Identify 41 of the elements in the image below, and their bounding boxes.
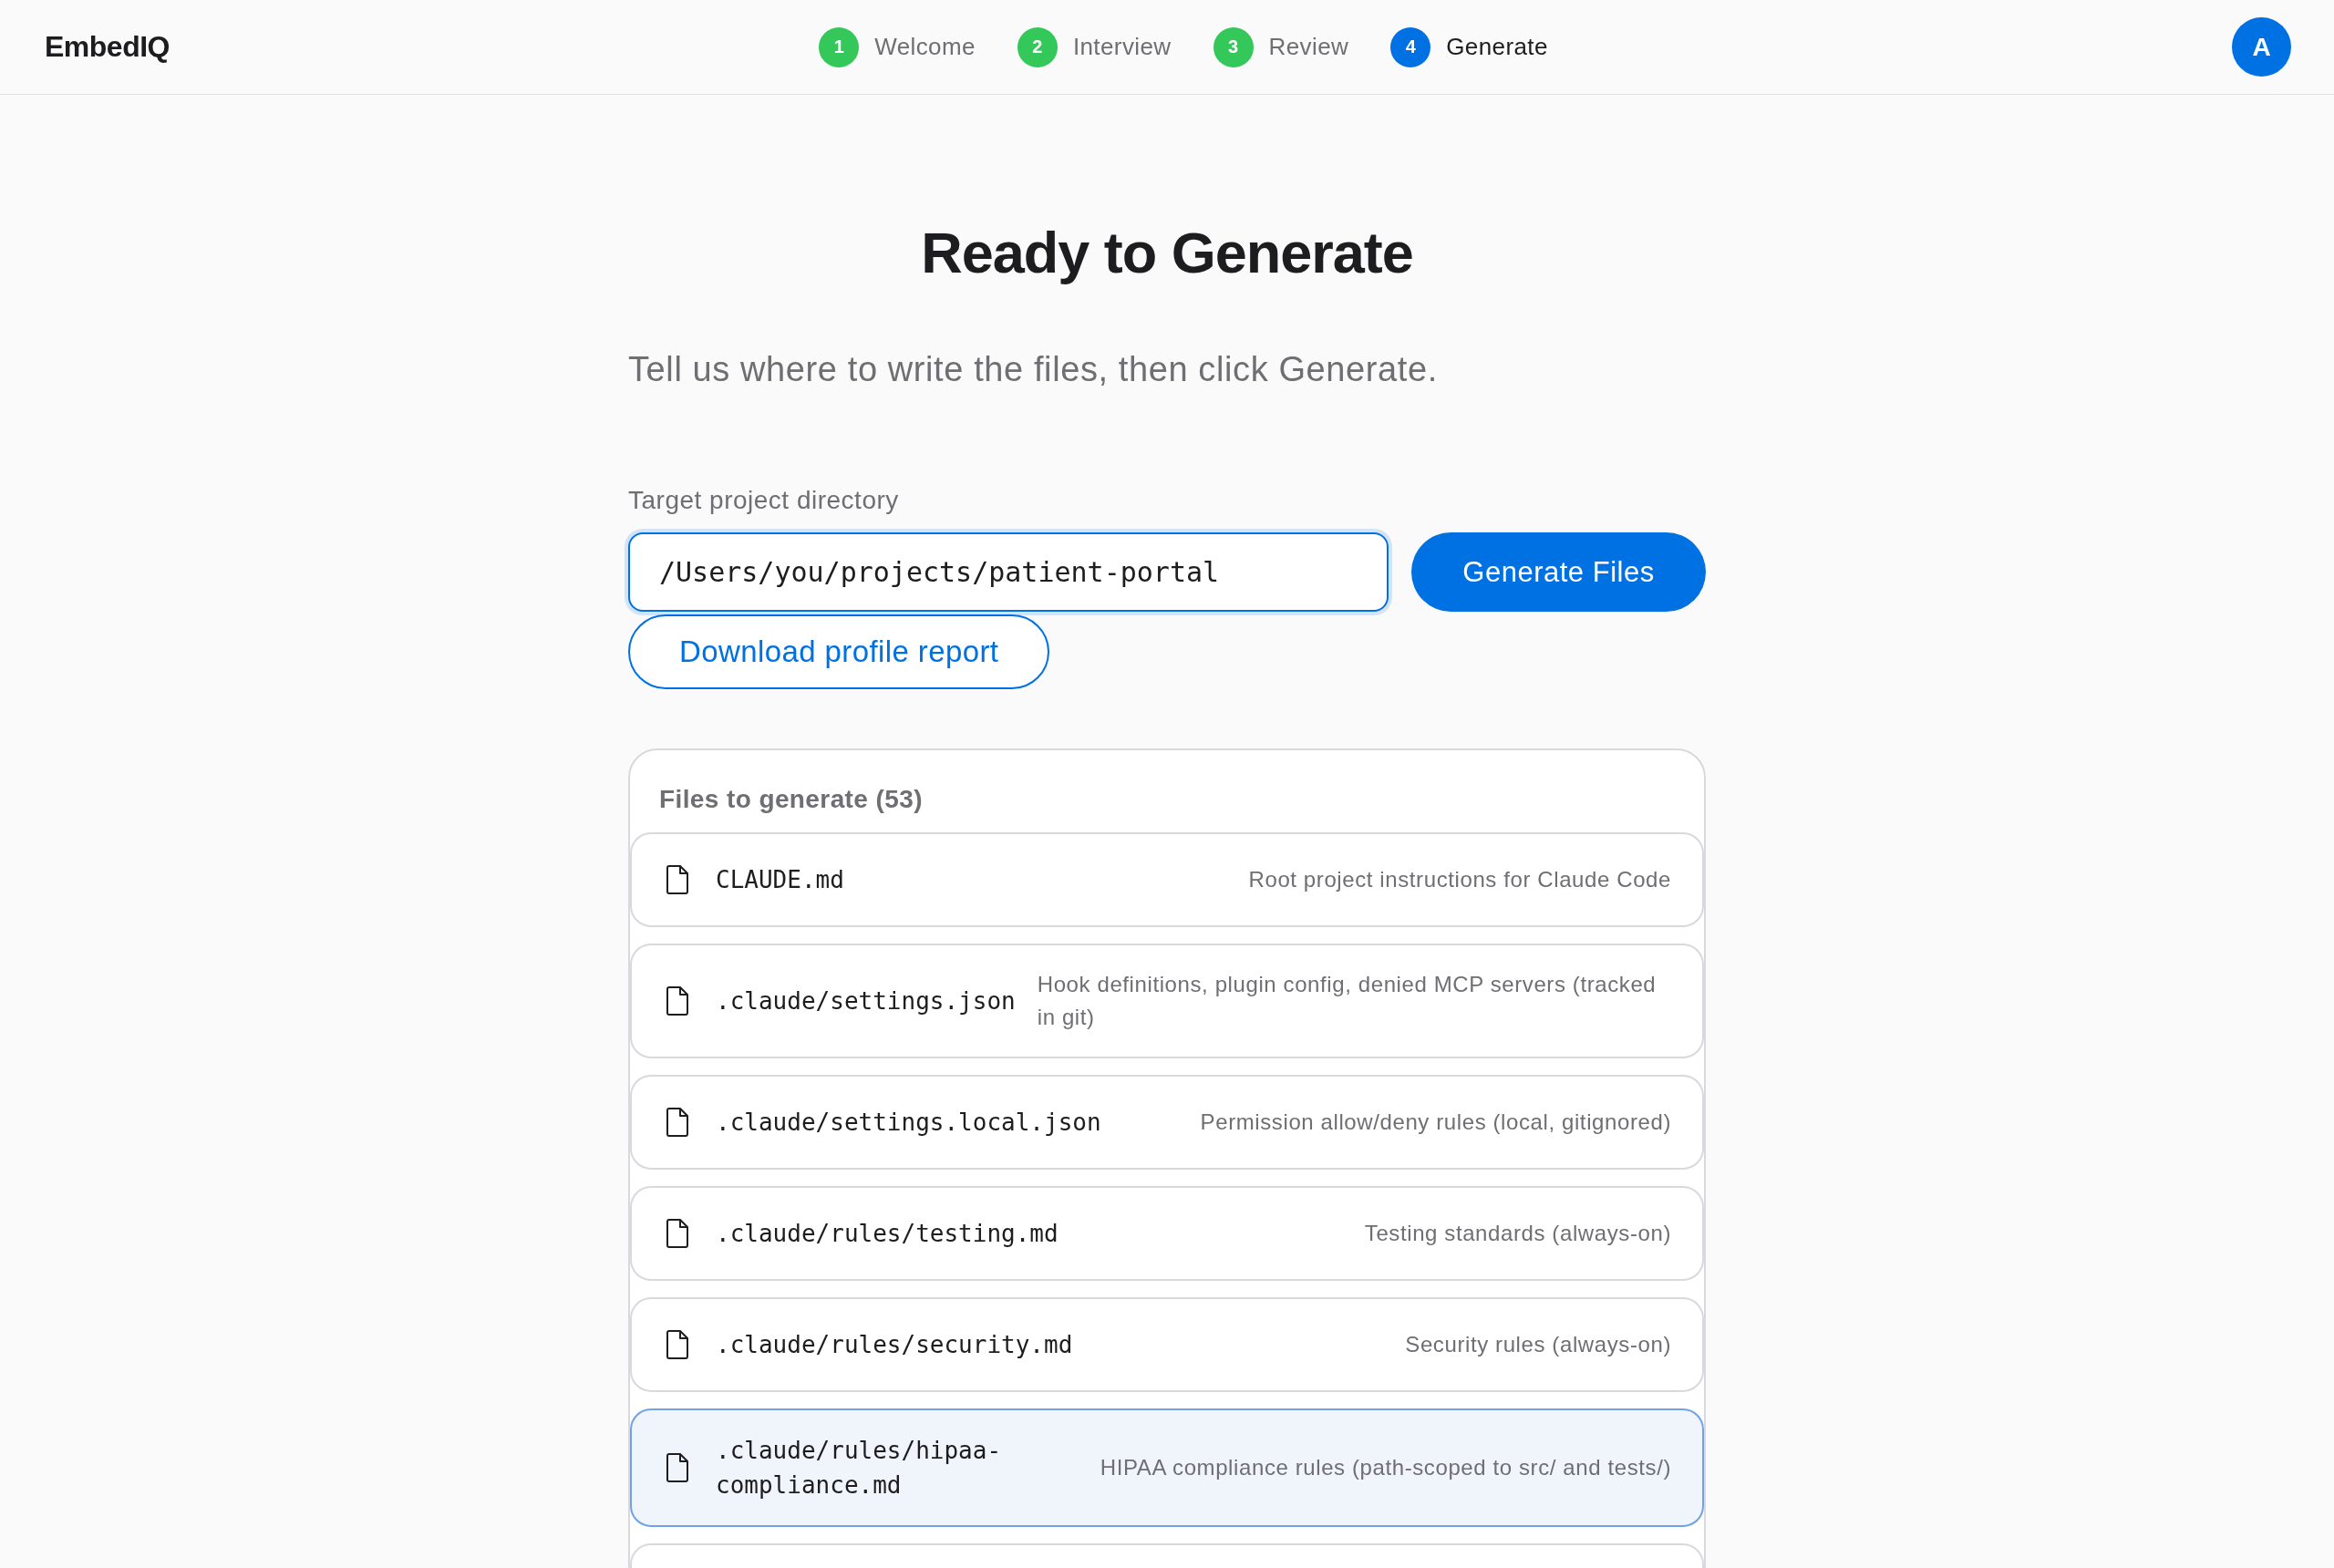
file-row[interactable]: .claude/rules/hipaa-compliance.md HIPAA compliance rules (path-scoped to src/ and tests/) xyxy=(630,1408,1704,1527)
panel-title: Files to generate (53) xyxy=(658,784,924,815)
file-icon xyxy=(666,1219,688,1248)
step-label: Welcome xyxy=(874,33,976,61)
step-label: Interview xyxy=(1072,33,1172,61)
file-name: .claude/rules/testing.md xyxy=(716,1219,1059,1249)
file-icon xyxy=(666,1453,688,1482)
file-name: .claude/rules/hipaa-compliance.md xyxy=(716,1436,1003,1501)
file-name: CLAUDE.md xyxy=(716,865,845,895)
file-row[interactable]: .claude/rules/testing.md Testing standards (always-on) xyxy=(630,1186,1704,1281)
field-label: Target project directory xyxy=(628,485,900,516)
directory-input[interactable]: /Users/you/projects/patient-portal xyxy=(628,532,1389,612)
file-row[interactable]: .claude/rules/security.md Security rules (always-on) xyxy=(630,1297,1704,1392)
file-name: .claude/settings.local.json xyxy=(716,1108,1102,1138)
step-number: 1 xyxy=(819,26,860,67)
file-row[interactable]: .claude/settings.json Hook definitions, plugin config, denied MCP servers (tracked in git) xyxy=(630,944,1704,1058)
file-description: Hook definitions, plugin config, denied MCP servers (tracked in git) xyxy=(1037,971,1658,1031)
file-icon xyxy=(666,1108,688,1137)
file-description: Root project instructions for Claude Code xyxy=(1248,866,1671,893)
file-description: Permission allow/deny rules (local, gitignored) xyxy=(1200,1109,1671,1136)
generate-button[interactable]: Generate Files xyxy=(1411,532,1706,612)
page-subtitle: Tell us where to write the files, then click Generate. xyxy=(628,349,1439,390)
file-name: .claude/settings.json xyxy=(716,986,1016,1016)
avatar[interactable]: A xyxy=(2232,17,2291,77)
file-description: Security rules (always-on) xyxy=(1405,1331,1671,1358)
file-description: Testing standards (always-on) xyxy=(1364,1220,1671,1247)
step-label: Generate xyxy=(1446,33,1548,61)
file-icon xyxy=(666,986,688,1016)
step-number: 2 xyxy=(1017,26,1058,67)
file-icon xyxy=(666,865,688,894)
step-number: 3 xyxy=(1213,26,1254,67)
file-row[interactable]: .claude/settings.local.json Permission allow/deny rules (local, gitignored) xyxy=(630,1075,1704,1170)
step-number: 4 xyxy=(1390,26,1431,67)
page-title: Ready to Generate xyxy=(920,220,1414,286)
step-label: Review xyxy=(1268,33,1349,61)
logo: EmbedIQ xyxy=(45,30,170,64)
download-button[interactable]: Download profile report xyxy=(628,614,1050,689)
file-name: .claude/rules/security.md xyxy=(716,1330,1074,1360)
file-icon xyxy=(666,1330,688,1359)
file-description: HIPAA compliance rules (path-scoped to src/ and tests/) xyxy=(1100,1454,1671,1481)
file-row[interactable]: CLAUDE.md Root project instructions for Claude Code xyxy=(630,832,1704,927)
